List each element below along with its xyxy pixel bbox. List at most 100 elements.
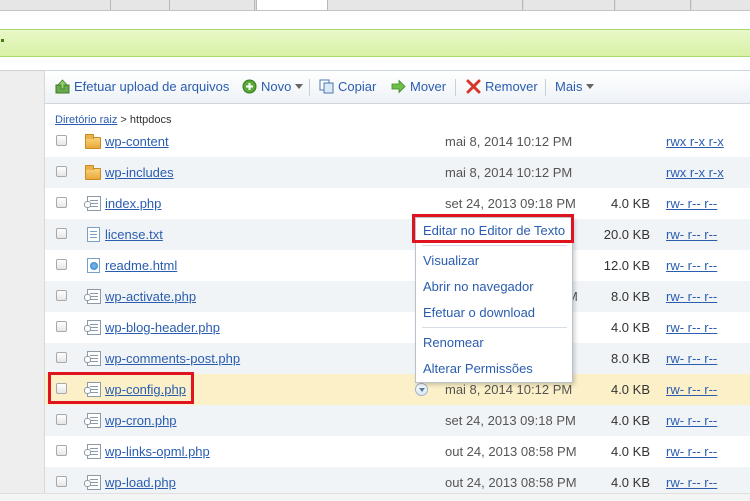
file-name-link[interactable]: wp-load.php [105, 475, 176, 490]
file-name-link[interactable]: wp-activate.php [105, 289, 196, 304]
message-bullet-icon [1, 39, 4, 42]
chevron-down-icon [586, 84, 595, 89]
table-row[interactable]: index.php set 24, 2013 09:18 PM 4.0 KB r… [45, 188, 750, 219]
row-checkbox[interactable] [56, 321, 67, 332]
file-name-link[interactable]: wp-cron.php [105, 413, 177, 428]
breadcrumb-root-link[interactable]: Diretório raiz [55, 114, 117, 126]
php-file-icon [84, 475, 101, 490]
tab-3[interactable] [170, 0, 255, 10]
breadcrumb-separator: > [120, 114, 127, 126]
file-name-link[interactable]: wp-comments-post.php [105, 351, 240, 366]
upload-button[interactable]: Efetuar upload de arquivos [55, 78, 229, 96]
file-date: out 24, 2013 08:58 PM [445, 444, 577, 459]
arrow-right-icon [391, 79, 406, 94]
highlight-box-wp-config [48, 372, 194, 404]
tab-strip [0, 0, 750, 11]
upload-icon [55, 79, 70, 94]
table-row[interactable]: wp-cron.php set 24, 2013 09:18 PM 4.0 KB… [45, 405, 750, 436]
menu-item-view[interactable]: Visualizar [423, 253, 479, 268]
html-file-icon [87, 258, 100, 273]
table-row[interactable]: readme.html 12.0 KB rw- r-- r-- [45, 250, 750, 281]
file-name-link[interactable]: readme.html [105, 258, 177, 273]
file-permissions-link[interactable]: rw- r-- r-- [666, 196, 717, 211]
file-date: set 24, 2013 09:18 PM [445, 413, 576, 428]
folder-icon [85, 165, 101, 180]
new-button[interactable]: Novo [242, 78, 304, 96]
menu-item-open-browser[interactable]: Abrir no navegador [423, 279, 534, 294]
tab-6[interactable] [524, 0, 615, 10]
file-size: 12.0 KB [603, 258, 650, 273]
file-date: mai 8, 2014 10:12 PM [445, 165, 573, 180]
file-date: set 24, 2013 09:18 PM [445, 196, 576, 211]
file-permissions-link[interactable]: rw- r-- r-- [666, 258, 717, 273]
row-checkbox[interactable] [56, 197, 67, 208]
file-permissions-link[interactable]: rw- r-- r-- [666, 320, 717, 335]
move-button[interactable]: Mover [391, 78, 446, 96]
menu-item-download[interactable]: Efetuar o download [423, 305, 535, 320]
file-name-link[interactable]: wp-includes [105, 165, 174, 180]
table-row[interactable]: license.txt 20.0 KB rw- r-- r-- [45, 219, 750, 250]
row-checkbox[interactable] [56, 476, 67, 487]
remove-button[interactable]: Remover [466, 78, 538, 96]
plus-circle-icon [242, 79, 257, 94]
file-permissions-link[interactable]: rw- r-- r-- [666, 382, 717, 397]
tab-8[interactable] [692, 0, 750, 10]
breadcrumb-current: httpdocs [129, 114, 172, 126]
tab-7[interactable] [616, 0, 691, 10]
file-permissions-link[interactable]: rw- r-- r-- [666, 475, 717, 490]
file-name-link[interactable]: license.txt [105, 227, 163, 242]
tab-5[interactable] [328, 0, 523, 10]
tab-1[interactable] [0, 0, 111, 10]
tab-2[interactable] [111, 0, 170, 10]
file-size: 8.0 KB [610, 351, 650, 366]
upload-label: Efetuar upload de arquivos [74, 79, 230, 94]
table-row[interactable]: wp-activate.php M 8.0 KB rw- r-- r-- [45, 281, 750, 312]
file-permissions-link[interactable]: rwx r-x r-x [666, 165, 724, 180]
file-size: 8.0 KB [610, 289, 650, 304]
file-permissions-link[interactable]: rwx r-x r-x [666, 134, 724, 149]
file-name-link[interactable]: wp-links-opml.php [105, 444, 210, 459]
row-checkbox[interactable] [56, 290, 67, 301]
file-size: 4.0 KB [610, 475, 650, 490]
menu-item-change-permissions[interactable]: Alterar Permissões [423, 361, 533, 376]
file-toolbar: Efetuar upload de arquivos Novo Copiar M… [45, 70, 750, 104]
file-permissions-link[interactable]: rw- r-- r-- [666, 289, 717, 304]
file-date: mai 8, 2014 10:12 PM [445, 134, 573, 149]
file-permissions-link[interactable]: rw- r-- r-- [666, 444, 717, 459]
php-file-icon [84, 444, 101, 459]
row-checkbox[interactable] [56, 259, 67, 270]
text-file-icon [87, 227, 100, 242]
row-checkbox[interactable] [56, 228, 67, 239]
highlight-box-edit-menu-item [412, 214, 574, 243]
copy-button[interactable]: Copiar [319, 78, 376, 96]
row-checkbox[interactable] [56, 445, 67, 456]
file-size: 4.0 KB [610, 196, 650, 211]
folder-icon [85, 134, 101, 149]
file-permissions-link[interactable]: rw- r-- r-- [666, 413, 717, 428]
table-row[interactable]: wp-includes mai 8, 2014 10:12 PM rwx r-x… [45, 157, 750, 188]
file-name-link[interactable]: wp-content [105, 134, 169, 149]
file-size: 4.0 KB [610, 382, 650, 397]
new-label: Novo [261, 79, 292, 94]
table-row[interactable]: wp-blog-header.php 4.0 KB rw- r-- r-- [45, 312, 750, 343]
table-row[interactable]: wp-comments-post.php 8.0 KB rw- r-- r-- [45, 343, 750, 374]
file-name-link[interactable]: index.php [105, 196, 161, 211]
table-row[interactable]: wp-links-opml.php out 24, 2013 08:58 PM … [45, 436, 750, 467]
more-button[interactable]: Mais [555, 78, 595, 96]
more-label: Mais [555, 79, 583, 94]
file-permissions-link[interactable]: rw- r-- r-- [666, 351, 717, 366]
menu-item-rename[interactable]: Renomear [423, 335, 484, 350]
copy-label: Copiar [338, 79, 377, 94]
tab-active[interactable] [256, 0, 328, 10]
table-row[interactable]: wp-content mai 8, 2014 10:12 PM rwx r-x … [45, 126, 750, 157]
row-menu-chevron-icon[interactable] [415, 383, 428, 396]
message-bar [0, 29, 750, 57]
file-date: mai 8, 2014 10:12 PM [445, 382, 573, 397]
row-checkbox[interactable] [56, 352, 67, 363]
file-name-link[interactable]: wp-blog-header.php [105, 320, 220, 335]
file-permissions-link[interactable]: rw- r-- r-- [666, 227, 717, 242]
row-checkbox[interactable] [56, 135, 67, 146]
row-checkbox[interactable] [56, 414, 67, 425]
row-checkbox[interactable] [56, 166, 67, 177]
remove-label: Remover [485, 79, 538, 94]
